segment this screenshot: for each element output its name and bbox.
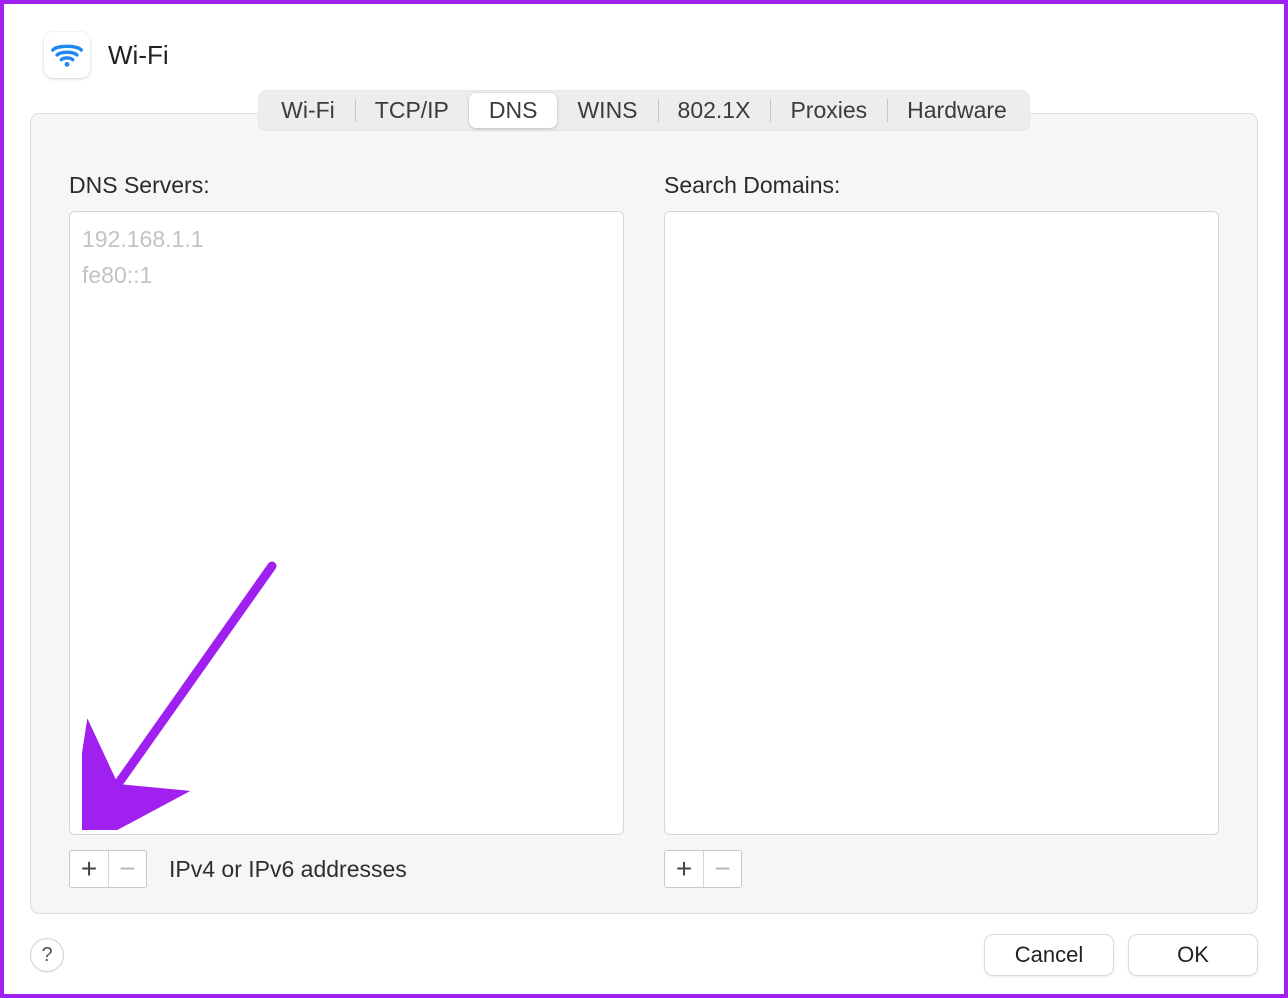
tab-wins[interactable]: WINS — [557, 93, 657, 128]
minus-icon: − — [714, 855, 730, 883]
remove-dns-server-button[interactable]: − — [108, 851, 146, 887]
dns-hint: IPv4 or IPv6 addresses — [169, 856, 407, 883]
dns-servers-label: DNS Servers: — [69, 172, 624, 199]
cancel-button[interactable]: Cancel — [984, 934, 1114, 976]
search-domains-controls: + − — [664, 849, 1219, 889]
tab-bar: Wi-Fi TCP/IP DNS WINS 802.1X Proxies Har… — [258, 90, 1030, 131]
remove-search-domain-button[interactable]: − — [703, 851, 741, 887]
add-dns-server-button[interactable]: + — [70, 851, 108, 887]
dns-servers-column: DNS Servers: 192.168.1.1 fe80::1 + − IPv… — [69, 172, 624, 889]
minus-icon: − — [119, 855, 135, 883]
help-button[interactable]: ? — [30, 938, 64, 972]
search-domains-column: Search Domains: + − — [664, 172, 1219, 889]
add-remove-group: + − — [664, 850, 742, 888]
plus-icon: + — [676, 855, 692, 883]
plus-icon: + — [81, 855, 97, 883]
search-domains-label: Search Domains: — [664, 172, 1219, 199]
tab-proxies[interactable]: Proxies — [770, 93, 887, 128]
list-item[interactable]: fe80::1 — [82, 258, 611, 294]
tab-8021x[interactable]: 802.1X — [658, 93, 771, 128]
dns-panel: DNS Servers: 192.168.1.1 fe80::1 + − IPv… — [30, 113, 1258, 914]
network-settings-window: Wi-Fi Wi-Fi TCP/IP DNS WINS 802.1X Proxi… — [4, 4, 1284, 994]
search-domains-list[interactable] — [664, 211, 1219, 835]
help-icon: ? — [41, 944, 52, 967]
tab-hardware[interactable]: Hardware — [887, 93, 1027, 128]
tab-tcpip[interactable]: TCP/IP — [355, 93, 469, 128]
footer: ? Cancel OK — [30, 934, 1258, 976]
ok-button[interactable]: OK — [1128, 934, 1258, 976]
list-item[interactable]: 192.168.1.1 — [82, 222, 611, 258]
page-title: Wi-Fi — [108, 40, 169, 71]
header: Wi-Fi — [30, 32, 1258, 78]
wifi-icon — [44, 32, 90, 78]
dns-servers-controls: + − IPv4 or IPv6 addresses — [69, 849, 624, 889]
tab-wifi[interactable]: Wi-Fi — [261, 93, 355, 128]
dns-servers-list[interactable]: 192.168.1.1 fe80::1 — [69, 211, 624, 835]
add-remove-group: + − — [69, 850, 147, 888]
add-search-domain-button[interactable]: + — [665, 851, 703, 887]
tab-dns[interactable]: DNS — [469, 93, 558, 128]
